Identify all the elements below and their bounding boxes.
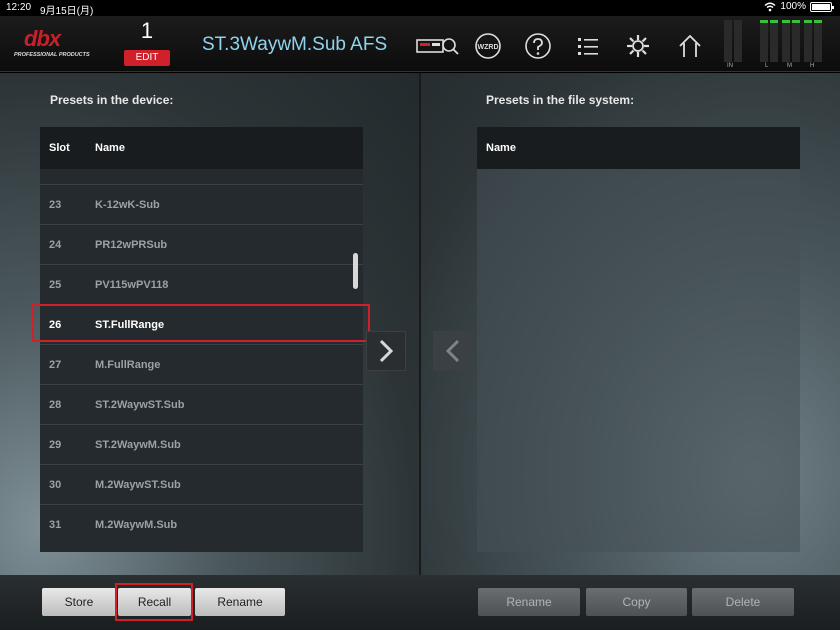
preset-row[interactable]: 29 ST.2WaywM.Sub [40, 424, 363, 464]
battery-percent: 100% [780, 1, 806, 12]
preset-slot: 28 [49, 399, 62, 411]
copy-button[interactable]: Copy [586, 588, 687, 616]
file-list-header: Name [477, 127, 800, 169]
meter-l-2 [770, 20, 778, 62]
gear-icon[interactable] [624, 32, 652, 60]
logo-subtext: PROFESSIONAL PRODUCTS [14, 52, 90, 58]
list-scrollbar[interactable] [353, 253, 358, 289]
meter-m-1 [782, 20, 790, 62]
preset-slot: 25 [49, 279, 62, 291]
store-button[interactable]: Store [42, 588, 116, 616]
status-bar: 12:20 9月15日(月) 100% [0, 0, 840, 17]
status-date: 9月15日(月) [40, 6, 94, 17]
device-rows: 23 K-12wK-Sub 24 PR12wPRSub 25 PV115wPV118 26 S… [40, 184, 363, 544]
selected-row-highlight [32, 304, 370, 342]
device-connect-icon[interactable] [416, 32, 460, 60]
preset-slot: 31 [49, 519, 62, 531]
preset-row[interactable]: 31 M.2WaywM.Sub [40, 504, 363, 544]
preset-name: K-12wK-Sub [95, 199, 160, 211]
file-panel-title: Presets in the file system: [486, 93, 635, 107]
rename-file-button[interactable]: Rename [478, 588, 580, 616]
preset-slot: 27 [49, 359, 62, 371]
file-presets-panel: Presets in the file system: Name [421, 73, 840, 575]
preset-row[interactable]: 28 ST.2WaywST.Sub [40, 384, 363, 424]
meter-l-1 [760, 20, 768, 62]
preset-slot: 23 [49, 199, 62, 211]
preset-slot: 24 [49, 239, 62, 251]
preset-name: PR12wPRSub [95, 239, 168, 251]
device-presets-panel: Presets in the device: Slot Name 23 K-12w… [0, 73, 419, 575]
meter-h-1 [804, 20, 812, 62]
column-slot: Slot [49, 142, 70, 154]
preset-slot: 30 [49, 479, 62, 491]
meter-in-1 [724, 20, 732, 62]
file-preset-list[interactable]: Name [477, 127, 800, 552]
column-name: Name [95, 142, 125, 154]
chevron-right-icon [379, 339, 394, 363]
preset-row[interactable]: 25 PV115wPV118 [40, 264, 363, 304]
logo-text: dbx [24, 26, 61, 51]
battery-icon [810, 1, 834, 12]
preset-name: M.2WaywST.Sub [95, 479, 181, 491]
copy-to-file-button[interactable] [366, 331, 406, 371]
status-right: 100% [764, 1, 834, 12]
device-panel-title: Presets in the device: [50, 93, 174, 107]
preset-number[interactable]: 1 [124, 18, 170, 44]
preset-name: M.FullRange [95, 359, 161, 371]
meter-label-h: H [810, 63, 815, 69]
preset-name: ST.2WaywST.Sub [95, 399, 185, 411]
wifi-icon [764, 2, 776, 11]
footer-toolbar: Store Recall Rename Rename Copy Delete [0, 575, 840, 630]
rename-device-button[interactable]: Rename [195, 588, 285, 616]
status-time: 12:20 [6, 2, 32, 13]
preset-row[interactable]: 27 M.FullRange [40, 344, 363, 384]
file-column-name: Name [486, 142, 516, 154]
preset-slot: 29 [49, 439, 62, 451]
preset-row[interactable]: 23 K-12wK-Sub [40, 184, 363, 224]
home-icon[interactable] [676, 32, 704, 60]
edit-badge[interactable]: EDIT [124, 50, 170, 66]
device-list-header: Slot Name [40, 127, 363, 169]
preset-row[interactable]: 24 PR12wPRSub [40, 224, 363, 264]
preset-name: M.2WaywM.Sub [95, 519, 178, 531]
preset-row[interactable]: 30 M.2WaywST.Sub [40, 464, 363, 504]
delete-button[interactable]: Delete [692, 588, 794, 616]
menu-list-icon[interactable] [574, 32, 602, 60]
meter-h-2 [814, 20, 822, 62]
preset-title[interactable]: ST.3WaywM.Sub AFS [202, 34, 387, 56]
help-icon[interactable] [524, 32, 552, 60]
meter-m-2 [792, 20, 800, 62]
dbx-logo: dbx PROFESSIONAL PRODUCTS [14, 26, 90, 64]
preset-name: PV115wPV118 [95, 279, 169, 291]
preset-name: ST.2WaywM.Sub [95, 439, 181, 451]
chevron-left-icon [445, 339, 460, 363]
meter-label-in: IN [727, 63, 733, 69]
meter-label-m: M [787, 63, 792, 69]
meter-in-2 [734, 20, 742, 62]
wizard-label: WZRD [478, 44, 499, 51]
level-meters: IN L M H [722, 20, 832, 70]
copy-to-device-button[interactable] [433, 331, 473, 371]
meter-label-l: L [765, 63, 769, 69]
wizard-icon[interactable]: WZRD [474, 32, 502, 60]
recall-highlight [115, 583, 193, 621]
